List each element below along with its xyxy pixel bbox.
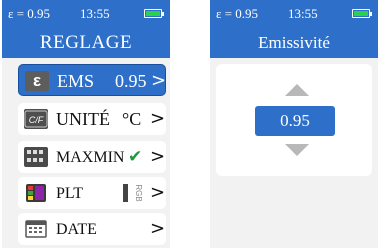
chevron-right-icon: > <box>150 218 166 239</box>
battery-icon <box>144 9 162 18</box>
cf-icon: C/F <box>24 109 48 129</box>
battery-icon <box>352 9 370 18</box>
menu-item-label: PLT <box>56 185 83 202</box>
rgb-icon-text: RGB <box>134 184 143 201</box>
clock: 13:55 <box>288 6 318 21</box>
menu-item-value: 0.95 <box>115 71 147 91</box>
status-bar: ε = 0.95 13:55 <box>2 0 170 28</box>
emissivity-value[interactable]: 0.95 <box>255 106 335 136</box>
menu-item-label: EMS <box>57 71 95 91</box>
chevron-right-icon: > <box>150 108 166 129</box>
menu-item-label: MAXMIN <box>56 149 125 166</box>
status-bar: ε = 0.95 13:55 <box>210 0 378 28</box>
menu-item-maxmin[interactable]: MAXMIN ✔ > <box>18 141 166 173</box>
menu-item-label: DATE <box>56 221 97 238</box>
arrow-down-icon[interactable] <box>285 144 309 156</box>
emissivity-status: ε = 0.95 <box>216 6 259 21</box>
menu-item-unite[interactable]: C/F UNITÉ °C > <box>18 103 166 135</box>
rgb-palette-icon: RGB <box>122 182 144 209</box>
settings-screen: ε = 0.95 13:55 REGLAGE ε EMS 0.95 > C/F … <box>2 0 170 248</box>
page-title: Emissivité <box>210 26 378 58</box>
clock: 13:55 <box>80 6 110 21</box>
palette-icon <box>24 183 48 203</box>
emissivity-screen: ε = 0.95 13:55 Emissivité 0.95 <box>210 0 378 248</box>
svg-text:C/F: C/F <box>29 115 44 125</box>
page-title: REGLAGE <box>2 28 170 58</box>
emissivity-status: ε = 0.95 <box>8 6 51 21</box>
menu-item-plt[interactable]: PLT RGB > <box>18 177 166 209</box>
arrow-up-icon[interactable] <box>285 84 309 96</box>
menu-item-value: °C <box>122 109 142 129</box>
maxmin-icon <box>24 147 48 167</box>
chevron-right-icon: > <box>150 146 166 167</box>
check-icon: ✔ <box>128 147 143 167</box>
epsilon-icon: ε <box>25 71 49 91</box>
menu-item-ems[interactable]: ε EMS 0.95 > <box>18 64 166 96</box>
emissivity-panel: 0.95 <box>216 64 372 176</box>
calendar-icon <box>24 219 48 239</box>
menu-item-label: UNITÉ <box>56 109 110 129</box>
menu-item-date[interactable]: DATE > <box>18 213 166 245</box>
chevron-right-icon: > <box>150 182 166 203</box>
chevron-right-icon: > <box>151 70 167 91</box>
